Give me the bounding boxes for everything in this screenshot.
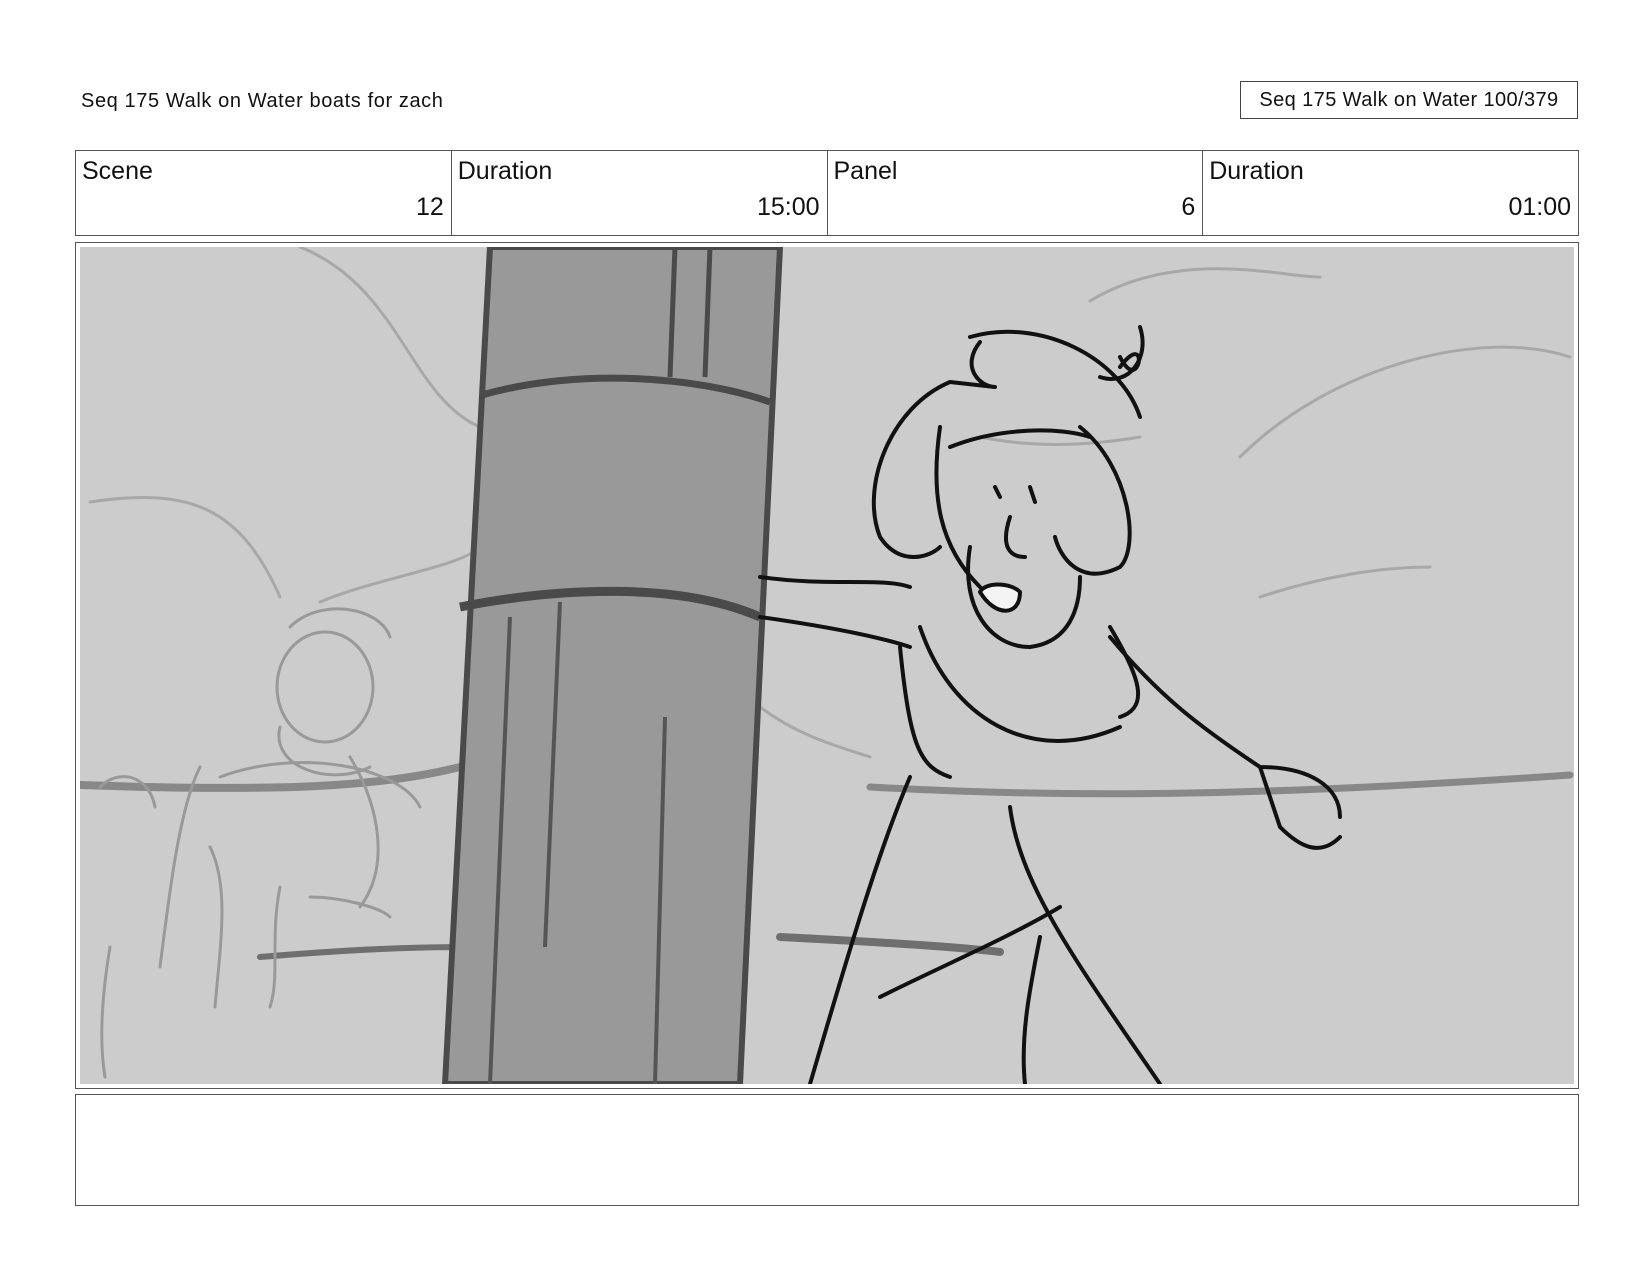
panel-duration-value: 01:00: [1508, 193, 1571, 221]
pillar: [441, 247, 784, 1084]
scene-duration-cell: Duration 15:00: [452, 151, 828, 235]
panel-value: 6: [1181, 193, 1196, 221]
panel-label: Panel: [833, 157, 898, 185]
panel-cell: Panel 6: [828, 151, 1204, 235]
scene-duration-label: Duration: [457, 157, 553, 185]
storyboard-sketch: [80, 247, 1574, 1084]
scene-value: 12: [415, 193, 444, 221]
page-label-text: Seq 175 Walk on Water 100/379: [1259, 88, 1559, 111]
storyboard-panel-frame: [75, 242, 1579, 1089]
sequence-title: Seq 175 Walk on Water boats for zach: [81, 90, 444, 112]
panel-duration-label: Duration: [1209, 157, 1304, 185]
scene-duration-value: 15:00: [756, 193, 820, 221]
panel-duration-cell: Duration 01:00: [1203, 151, 1578, 235]
scene-label: Scene: [82, 157, 153, 185]
scene-cell: Scene 12: [76, 151, 452, 235]
notes-box: [75, 1094, 1579, 1206]
panel-background: [80, 247, 1574, 1084]
page-label: Seq 175 Walk on Water 100/379: [1240, 81, 1578, 119]
info-table: Scene 12 Duration 15:00 Panel 6 Duration…: [75, 150, 1579, 236]
